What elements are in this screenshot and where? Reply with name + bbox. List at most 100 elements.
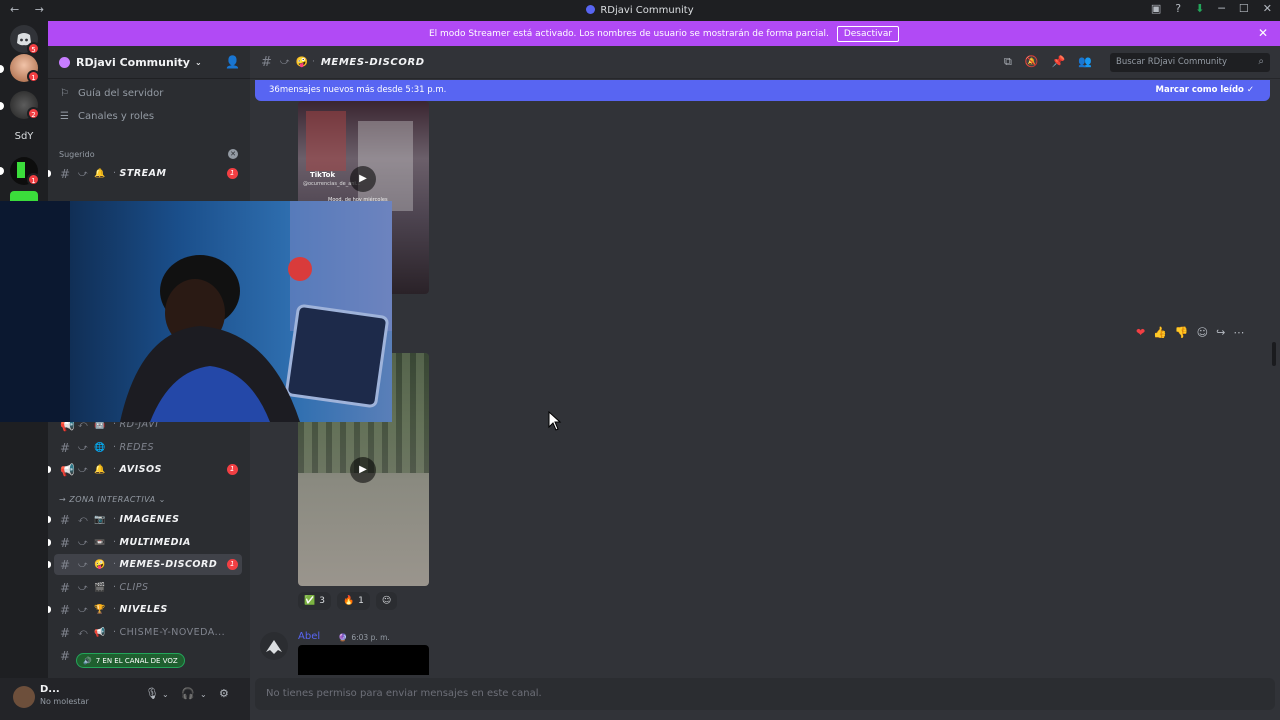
server-icon xyxy=(586,5,596,14)
nav-label: Guía del servidor xyxy=(78,88,164,99)
reply-icon[interactable]: ↪ xyxy=(1216,326,1225,339)
thread-arrow-icon: ⤻ xyxy=(78,464,89,475)
chevron-down-icon: ⌄ xyxy=(194,57,202,67)
channel-memes-discord[interactable]: # ⤻ 🤪 · MEMES-DISCORD 1 xyxy=(48,554,242,575)
message-actions: ❤ 👍 👎 ☺ ↪ ⋯ xyxy=(1136,326,1244,339)
reaction-fire[interactable]: 🔥 1 xyxy=(336,592,370,610)
channel-name: MULTIMEDIA xyxy=(119,537,191,548)
close-window-icon[interactable]: ✕ xyxy=(1263,2,1272,15)
minimize-icon[interactable]: ─ xyxy=(1218,2,1225,15)
play-icon[interactable]: ▶ xyxy=(350,166,376,192)
headphones-icon[interactable]: 🎧 xyxy=(181,687,195,700)
server-4-icon[interactable]: 1 xyxy=(10,157,40,186)
dismiss-suggested-icon[interactable]: ✕ xyxy=(228,149,238,159)
maximize-icon[interactable]: ☐ xyxy=(1239,2,1249,15)
chevron-down-icon[interactable]: ⌄ xyxy=(162,690,169,699)
channel-stream[interactable]: # ⤻ 🔔 · STREAM 1 xyxy=(48,163,242,184)
deactivate-button[interactable]: Desactivar xyxy=(836,25,900,42)
invite-icon[interactable]: 👤 xyxy=(225,55,240,69)
download-icon[interactable]: ⬇ xyxy=(1195,2,1204,15)
reaction-red-icon[interactable]: ❤ xyxy=(1136,326,1145,339)
thread-arrow-icon: ⤻ xyxy=(78,604,89,615)
avatar[interactable] xyxy=(13,686,35,708)
unread-indicator xyxy=(48,466,51,473)
settings-gear-icon[interactable]: ⚙ xyxy=(219,687,229,700)
server-5-icon[interactable] xyxy=(10,191,38,201)
signpost-icon: ⚐ xyxy=(60,88,69,99)
server-name: RDjavi Community xyxy=(76,55,190,69)
server-logo-icon xyxy=(59,56,70,68)
members-icon[interactable]: 👥 xyxy=(1078,55,1092,69)
avatar[interactable] xyxy=(260,632,288,660)
hash-icon: # xyxy=(60,440,71,455)
reactions-row: ✅ 3 🔥 1 ☺ xyxy=(298,592,398,610)
server-2-icon[interactable]: 2 xyxy=(10,91,40,120)
server-header[interactable]: RDjavi Community ⌄ 👤 xyxy=(48,46,250,79)
hash-icon: # xyxy=(261,54,272,70)
streamer-mode-banner: El modo Streamer está activado. Los nomb… xyxy=(48,21,1280,46)
help-icon[interactable]: ? xyxy=(1175,2,1181,15)
hash-icon: # xyxy=(60,602,71,617)
reaction-check[interactable]: ✅ 3 xyxy=(298,592,331,610)
pin-icon[interactable]: 📌 xyxy=(1052,55,1066,69)
search-placeholder: Buscar RDjavi Community xyxy=(1116,57,1228,67)
microphone-icon[interactable]: 🎙 xyxy=(145,687,159,700)
hash-icon: # xyxy=(60,625,71,640)
channel-redes[interactable]: # ⤻ 🌐 · REDES xyxy=(54,437,242,458)
thumbs-up-icon[interactable]: 👍 xyxy=(1153,326,1167,339)
channel-multimedia[interactable]: # ⤻ 📼 · MULTIMEDIA xyxy=(48,532,242,553)
voice-channel-pill[interactable]: 🔊 7 EN EL CANAL DE VOZ xyxy=(76,653,185,668)
message-input[interactable]: No tienes permiso para enviar mensajes e… xyxy=(255,678,1275,710)
unread-indicator xyxy=(48,561,51,568)
nav-server-guide[interactable]: ⚐ Guía del servidor xyxy=(60,88,163,99)
category-zona-interactiva[interactable]: → ZONA INTERACTIVA ⌄ xyxy=(59,495,166,504)
nav-channels-roles[interactable]: ☰ Canales y roles xyxy=(60,111,154,122)
more-icon[interactable]: ⋯ xyxy=(1233,326,1244,339)
play-icon[interactable]: ▶ xyxy=(350,457,376,483)
title-bar: ← → RDjavi Community ▣ ? ⬇ ─ ☐ ✕ xyxy=(0,0,1280,21)
inbox-icon[interactable]: ▣ xyxy=(1151,2,1161,15)
channel-emoji: 📷 xyxy=(94,514,106,525)
mark-as-read-button[interactable]: Marcar como leído ✓ xyxy=(1156,85,1254,95)
search-input[interactable]: Buscar RDjavi Community ⌕ xyxy=(1110,53,1270,72)
discord-home-icon[interactable]: 5 xyxy=(10,25,40,55)
image-attachment[interactable] xyxy=(298,645,429,675)
user-panel: D... No molestar 🎙 ⌄ 🎧 ⌄ ⚙ xyxy=(0,678,250,720)
unread-indicator xyxy=(0,65,4,73)
separator-dot: · xyxy=(311,57,315,67)
scrollbar-thumb[interactable] xyxy=(1272,342,1276,366)
channel-clips[interactable]: # ⤻ 🎬 · CLIPS xyxy=(54,577,242,598)
message-timestamp: 🔮 6:03 p. m. xyxy=(338,633,390,642)
add-reaction-icon[interactable]: ☺ xyxy=(1197,326,1208,339)
hash-icon: # xyxy=(60,557,71,572)
tiktok-watermark: TikTok xyxy=(310,171,336,179)
mute-bell-icon[interactable]: 🔕 xyxy=(1025,55,1039,69)
server-sdy-icon[interactable]: SdY xyxy=(10,123,38,151)
unread-indicator xyxy=(48,539,51,546)
thumbs-down-icon[interactable]: 👎 xyxy=(1175,326,1189,339)
thread-arrow-icon: ⤻ xyxy=(78,442,89,453)
chevron-down-icon[interactable]: ⌄ xyxy=(200,690,207,699)
channel-name: AVISOS xyxy=(119,464,162,475)
webcam-image xyxy=(0,201,392,422)
channel-niveles[interactable]: # ⤻ 🏆 · NIVELES xyxy=(48,599,242,620)
new-messages-bar[interactable]: 36mensajes nuevos más desde 5:31 p.m. Ma… xyxy=(255,80,1270,101)
hash-icon: # xyxy=(60,580,71,595)
channel-avisos[interactable]: 📢 ⤻ 🔔 · AVISOS 1 xyxy=(48,459,242,480)
username: D... xyxy=(40,684,60,695)
channel-imagenes[interactable]: # ⤺ 📷 · IMAGENES xyxy=(48,509,242,530)
channel-header: # ⤻ 🤪 · MEMES-DISCORD ⧉ 🔕 📌 👥 Buscar RDj… xyxy=(250,46,1280,79)
channel-emoji: 🔔 xyxy=(94,168,106,179)
input-placeholder: No tienes permiso para enviar mensajes e… xyxy=(266,688,542,699)
channel-emoji: 🎬 xyxy=(94,582,106,593)
threads-icon[interactable]: ⧉ xyxy=(1004,55,1012,69)
banner-close-icon[interactable]: ✕ xyxy=(1258,26,1268,40)
check-icon: ✓ xyxy=(1246,85,1254,95)
add-reaction-button[interactable]: ☺ xyxy=(375,592,398,610)
list-icon: ☰ xyxy=(60,111,69,122)
message-author[interactable]: Abel xyxy=(298,631,320,642)
channel-chisme[interactable]: # ⤺ 📢 · CHISME-Y-NOVEDA... xyxy=(54,622,242,643)
window-title: RDjavi Community xyxy=(0,5,1280,16)
search-icon: ⌕ xyxy=(1258,56,1264,67)
server-1-icon[interactable]: 1 xyxy=(10,54,40,83)
